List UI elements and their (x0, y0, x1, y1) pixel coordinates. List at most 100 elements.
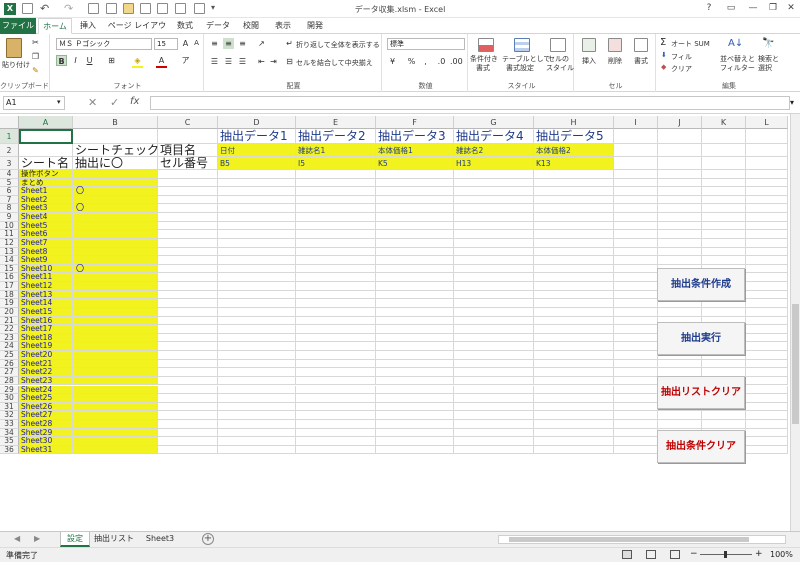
cell-D11[interactable] (218, 230, 296, 239)
cell-F10[interactable] (376, 221, 454, 231)
cell-H36[interactable] (534, 445, 614, 455)
cell-K7[interactable] (702, 195, 746, 205)
fill-color-icon[interactable]: ◈ (132, 55, 143, 66)
format-cells-icon[interactable] (634, 38, 648, 52)
cell-F23[interactable] (376, 333, 454, 343)
cell-I29[interactable] (614, 385, 658, 395)
cell-G36[interactable] (454, 445, 534, 455)
cell-D28[interactable] (218, 376, 296, 386)
tab-review[interactable]: 校閲 (236, 18, 266, 34)
cell-C16[interactable] (158, 273, 218, 283)
zoom-slider[interactable] (700, 551, 752, 558)
cell-G9[interactable] (454, 213, 534, 222)
cell-E18[interactable] (296, 290, 376, 300)
cell-F5[interactable] (376, 178, 454, 188)
cell-C20[interactable] (158, 307, 218, 317)
cell-H18[interactable] (534, 290, 614, 300)
cell-E4[interactable] (296, 170, 376, 179)
cell-I21[interactable] (614, 316, 658, 326)
cell-G34[interactable] (454, 428, 534, 438)
cell-C19[interactable] (158, 299, 218, 308)
cell-H15[interactable] (534, 264, 614, 274)
cell-E31[interactable] (296, 402, 376, 412)
cell-B1[interactable] (73, 129, 158, 144)
cell-I5[interactable] (614, 178, 658, 188)
cell-C11[interactable] (158, 230, 218, 239)
cell-L8[interactable] (746, 204, 788, 214)
cell-F16[interactable] (376, 273, 454, 283)
cell-D31[interactable] (218, 402, 296, 412)
paste-button[interactable]: 貼り付け (2, 60, 30, 70)
cell-I31[interactable] (614, 402, 658, 412)
cell-F32[interactable] (376, 411, 454, 420)
cell-C9[interactable] (158, 213, 218, 222)
cell-B28[interactable] (73, 376, 158, 386)
cell-J7[interactable] (658, 195, 702, 205)
cell-C25[interactable] (158, 351, 218, 360)
cell-D10[interactable] (218, 221, 296, 231)
cell-G30[interactable] (454, 394, 534, 403)
cell-F36[interactable] (376, 445, 454, 455)
cell-H20[interactable] (534, 307, 614, 317)
cell-C33[interactable] (158, 419, 218, 429)
cell-E21[interactable] (296, 316, 376, 326)
cell-B11[interactable] (73, 230, 158, 239)
page-layout-view-icon[interactable] (646, 550, 656, 559)
cell-H5[interactable] (534, 178, 614, 188)
cell-L10[interactable] (746, 221, 788, 231)
cell-K9[interactable] (702, 213, 746, 222)
cell-C23[interactable] (158, 333, 218, 343)
cell-E19[interactable] (296, 299, 376, 308)
cell-B30[interactable] (73, 394, 158, 403)
cell-I3[interactable] (614, 157, 658, 170)
cell-B18[interactable] (73, 290, 158, 300)
cell-H6[interactable] (534, 187, 614, 196)
cell-G31[interactable] (454, 402, 534, 412)
cell-I28[interactable] (614, 376, 658, 386)
cell-F26[interactable] (376, 359, 454, 369)
cell-I26[interactable] (614, 359, 658, 369)
cell-I24[interactable] (614, 342, 658, 351)
cell-B17[interactable] (73, 282, 158, 291)
cell-L20[interactable] (746, 307, 788, 317)
phonetic-icon[interactable]: ア (180, 55, 191, 66)
tab-page-layout[interactable]: ページ レイアウト (106, 18, 168, 46)
sort-filter-icon[interactable]: A↓ (728, 38, 743, 49)
cell-G27[interactable] (454, 368, 534, 377)
cell-F28[interactable] (376, 376, 454, 386)
cell-E10[interactable] (296, 221, 376, 231)
insert-cells-icon[interactable] (582, 38, 596, 52)
cell-B31[interactable] (73, 402, 158, 412)
wrap-text-icon[interactable]: ↵ (284, 38, 295, 49)
cell-B8[interactable] (73, 204, 158, 214)
column-header-L[interactable]: L (746, 116, 788, 129)
cut-icon[interactable]: ✂ (30, 37, 41, 48)
cell-I23[interactable] (614, 333, 658, 343)
cell-B27[interactable] (73, 368, 158, 377)
cell-F29[interactable] (376, 385, 454, 395)
cell-E33[interactable] (296, 419, 376, 429)
cell-F27[interactable] (376, 368, 454, 377)
cell-G13[interactable] (454, 247, 534, 257)
cell-F19[interactable] (376, 299, 454, 308)
insert-cells-button[interactable]: 挿入 (582, 56, 596, 66)
cell-F7[interactable] (376, 195, 454, 205)
cell-G33[interactable] (454, 419, 534, 429)
create-conditions-button[interactable]: 抽出条件作成 (657, 268, 745, 301)
cell-D33[interactable] (218, 419, 296, 429)
name-box[interactable]: A1 (3, 96, 65, 110)
cell-H26[interactable] (534, 359, 614, 369)
fill-button[interactable]: フィル (671, 52, 692, 62)
cell-C30[interactable] (158, 394, 218, 403)
cell-I18[interactable] (614, 290, 658, 300)
cell-E6[interactable] (296, 187, 376, 196)
cell-L23[interactable] (746, 333, 788, 343)
cell-D32[interactable] (218, 411, 296, 420)
name-box-dropdown-icon[interactable]: ▾ (57, 98, 61, 106)
select-all-corner[interactable] (0, 116, 19, 129)
cell-I13[interactable] (614, 247, 658, 257)
page-break-view-icon[interactable] (670, 550, 680, 559)
cell-L27[interactable] (746, 368, 788, 377)
cell-H29[interactable] (534, 385, 614, 395)
zoom-in-icon[interactable]: + (755, 549, 763, 559)
